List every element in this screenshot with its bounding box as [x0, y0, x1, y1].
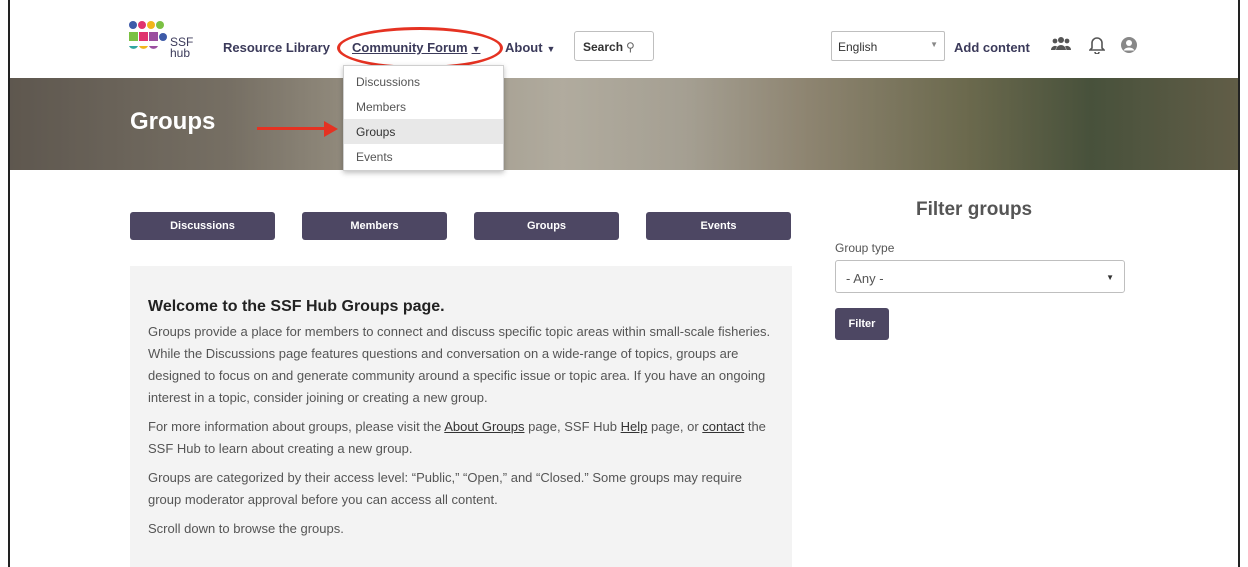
nav-community-forum-label: Community Forum: [352, 40, 468, 55]
dropdown-item-discussions[interactable]: Discussions: [344, 69, 503, 94]
nav-resource-library-label: Resource Library: [223, 40, 330, 55]
help-link[interactable]: Help: [621, 419, 648, 434]
group-type-select[interactable]: - Any - ▼: [835, 260, 1125, 293]
annotation-arrow: [257, 127, 327, 130]
search-label: Search: [583, 40, 624, 54]
site-header: SSF hub Resource Library Community Forum…: [10, 0, 1238, 78]
about-groups-link[interactable]: About Groups: [444, 419, 524, 434]
page-title: Groups: [130, 108, 216, 135]
page-banner: Groups: [10, 78, 1238, 170]
people-icon[interactable]: [1050, 36, 1072, 56]
search-button[interactable]: Search ⚲: [574, 31, 654, 61]
user-icon[interactable]: [1118, 36, 1140, 56]
nav-about-label: About: [505, 40, 543, 55]
para2-text-b: page, SSF Hub: [524, 419, 621, 434]
welcome-panel: Welcome to the SSF Hub Groups page. Grou…: [130, 266, 792, 567]
contact-link[interactable]: contact: [702, 419, 744, 434]
browser-frame: SSF hub Resource Library Community Forum…: [8, 0, 1240, 567]
annotation-arrow-head: [324, 121, 338, 137]
group-type-value: - Any -: [846, 271, 884, 286]
welcome-paragraph-3: Groups are categorized by their access l…: [148, 470, 742, 507]
tab-members[interactable]: Members: [302, 212, 447, 240]
chevron-down-icon: ▼: [471, 44, 481, 54]
dropdown-item-members[interactable]: Members: [344, 94, 503, 119]
welcome-heading: Welcome to the SSF Hub Groups page.: [148, 298, 445, 315]
tab-discussions[interactable]: Discussions: [130, 212, 275, 240]
search-icon: ⚲: [626, 40, 635, 54]
welcome-paragraph-2: For more information about groups, pleas…: [148, 416, 774, 460]
filter-title: Filter groups: [916, 199, 1033, 220]
select-arrow-icon: ▼: [930, 40, 938, 49]
welcome-paragraph-1: Groups provide a place for members to co…: [148, 324, 771, 405]
welcome-paragraph-4: Scroll down to browse the groups.: [148, 521, 344, 536]
tab-groups[interactable]: Groups: [474, 212, 619, 240]
bell-icon[interactable]: [1086, 36, 1108, 56]
dropdown-item-groups[interactable]: Groups: [344, 119, 503, 144]
add-content-label: Add content: [954, 40, 1030, 55]
logo-text: SSF hub: [170, 36, 193, 60]
tab-events[interactable]: Events: [646, 212, 791, 240]
para2-text-c: page, or: [647, 419, 703, 434]
language-select[interactable]: English ▼: [831, 31, 945, 61]
chevron-down-icon: ▼: [1106, 273, 1114, 282]
nav-about[interactable]: About ▼: [505, 40, 555, 55]
add-content-link[interactable]: Add content: [954, 40, 1030, 55]
dropdown-item-events[interactable]: Events: [344, 144, 503, 169]
filter-button[interactable]: Filter: [835, 308, 889, 340]
para2-text-a: For more information about groups, pleas…: [148, 419, 445, 434]
nav-resource-library[interactable]: Resource Library: [223, 40, 330, 55]
language-value: English: [838, 40, 878, 54]
community-forum-dropdown: Discussions Members Groups Events: [343, 65, 504, 171]
group-type-label: Group type: [835, 241, 895, 255]
logo-text-hub: hub: [170, 46, 191, 60]
nav-community-forum[interactable]: Community Forum ▼: [352, 40, 480, 55]
chevron-down-icon: ▼: [546, 44, 556, 54]
